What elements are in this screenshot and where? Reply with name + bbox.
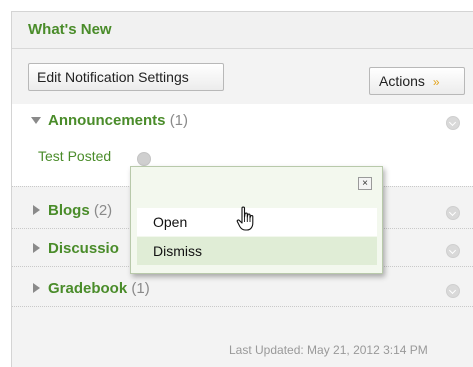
edit-notification-settings-button[interactable]: Edit Notification Settings bbox=[28, 63, 224, 91]
double-chevron-down-icon: » bbox=[432, 75, 440, 89]
section-header-gradebook[interactable]: Gradebook (1) bbox=[12, 272, 473, 307]
context-menu-header: × bbox=[131, 167, 382, 199]
collapse-triangle-icon[interactable] bbox=[33, 283, 40, 293]
actions-label: Actions bbox=[379, 73, 425, 89]
section-title: Blogs bbox=[48, 202, 90, 219]
announcement-item-link[interactable]: Test Posted bbox=[38, 148, 111, 164]
expand-triangle-icon[interactable] bbox=[31, 117, 41, 124]
section-menu-icon[interactable] bbox=[446, 244, 460, 258]
section-title: Announcements bbox=[48, 112, 166, 129]
actions-button[interactable]: Actions » bbox=[369, 67, 465, 95]
menu-item-dismiss[interactable]: Dismiss bbox=[137, 237, 377, 265]
last-updated-text: Last Updated: May 21, 2012 3:14 PM bbox=[229, 343, 428, 357]
section-menu-icon[interactable] bbox=[446, 206, 460, 220]
hand-cursor-icon bbox=[236, 206, 254, 231]
collapse-triangle-icon[interactable] bbox=[33, 243, 40, 253]
section-count: (1) bbox=[169, 112, 189, 129]
section-title: Gradebook bbox=[48, 280, 128, 297]
section-menu-icon[interactable] bbox=[446, 116, 460, 130]
section-count: (2) bbox=[93, 202, 113, 219]
item-menu-icon[interactable] bbox=[137, 152, 151, 166]
collapse-triangle-icon[interactable] bbox=[33, 205, 40, 215]
section-menu-icon[interactable] bbox=[446, 284, 460, 298]
section-header-announcements[interactable]: Announcements (1) bbox=[12, 104, 473, 138]
section-count: (1) bbox=[131, 280, 150, 297]
panel-title: What's New bbox=[28, 21, 112, 38]
close-icon[interactable]: × bbox=[358, 177, 372, 190]
section-title: Discussio bbox=[48, 240, 119, 257]
panel-header: What's New bbox=[12, 12, 473, 49]
